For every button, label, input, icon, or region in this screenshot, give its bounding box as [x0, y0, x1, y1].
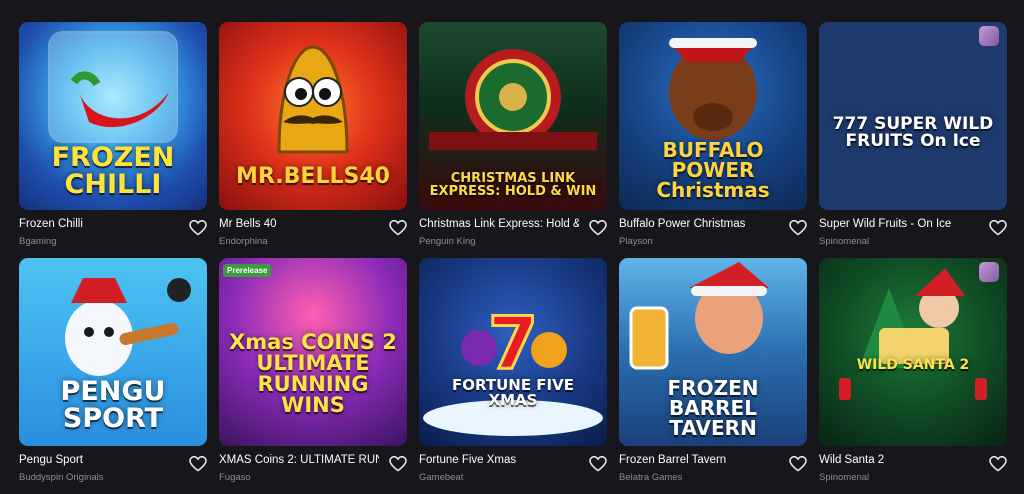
heart-outline-icon[interactable]: [789, 456, 807, 472]
game-card[interactable]: WILD SANTA 2 Wild Santa 2 Spinomenal: [819, 258, 1007, 494]
game-thumbnail[interactable]: CHRISTMAS LINK EXPRESS: HOLD & WIN: [419, 22, 607, 210]
game-name[interactable]: Buffalo Power Christmas: [619, 218, 779, 230]
game-provider: Buddyspin Originals: [19, 472, 104, 483]
game-name[interactable]: Wild Santa 2: [819, 454, 979, 466]
heart-outline-icon[interactable]: [589, 220, 607, 236]
prerelease-badge: Prerelease: [223, 264, 272, 277]
game-card[interactable]: FROZEN BARREL TAVERN Frozen Barrel Taver…: [619, 258, 807, 494]
game-card[interactable]: 7 FORTUNE FIVE XMAS Fortune Five Xmas Ga…: [419, 258, 607, 494]
game-provider: Playson: [619, 236, 653, 247]
game-name[interactable]: Frozen Barrel Tavern: [619, 454, 779, 466]
game-provider: Belatra Games: [619, 472, 683, 483]
game-provider: Penguin King: [419, 236, 476, 247]
game-title-art: WILD SANTA 2: [856, 357, 970, 373]
game-thumbnail[interactable]: PENGU SPORT: [19, 258, 207, 446]
santa-illustration: [839, 268, 987, 400]
game-provider: Fugaso: [219, 472, 251, 483]
game-thumbnail[interactable]: 777 SUPER WILD FRUITS On Ice: [819, 22, 1007, 210]
game-thumbnail[interactable]: WILD SANTA 2: [819, 258, 1007, 446]
game-name[interactable]: Fortune Five Xmas: [419, 454, 579, 466]
game-title-art: FORTUNE FIVE XMAS: [452, 376, 574, 409]
game-card[interactable]: FROZEN CHILLI Frozen Chilli Bgaming: [19, 22, 207, 258]
game-provider: Gamebeat: [419, 472, 464, 483]
game-card[interactable]: MR.BELLS40 Mr Bells 40 Endorphina: [219, 22, 407, 258]
game-thumbnail[interactable]: FROZEN CHILLI: [19, 22, 207, 210]
game-title-art: CHRISTMAS LINK EXPRESS: HOLD & WIN: [429, 171, 597, 199]
svg-text:7: 7: [488, 301, 538, 385]
game-grid: FROZEN CHILLI Frozen Chilli Bgaming MR.B…: [19, 22, 1007, 494]
heart-outline-icon[interactable]: [589, 456, 607, 472]
heart-outline-icon[interactable]: [189, 220, 207, 236]
heart-outline-icon[interactable]: [789, 220, 807, 236]
game-name[interactable]: Pengu Sport: [19, 454, 179, 466]
game-thumbnail[interactable]: FROZEN BARREL TAVERN: [619, 258, 807, 446]
game-thumbnail[interactable]: 7 FORTUNE FIVE XMAS: [419, 258, 607, 446]
game-title-art: MR.BELLS40: [236, 164, 390, 189]
game-provider: Bgaming: [19, 236, 57, 247]
game-name[interactable]: Christmas Link Express: Hold & ...: [419, 218, 579, 230]
heart-outline-icon[interactable]: [989, 456, 1007, 472]
game-thumbnail[interactable]: BUFFALO POWER Christmas: [619, 22, 807, 210]
game-card[interactable]: CHRISTMAS LINK EXPRESS: HOLD & WIN Chris…: [419, 22, 607, 258]
game-name[interactable]: Frozen Chilli: [19, 218, 179, 230]
fruits-illustration: 7: [423, 300, 603, 436]
game-title-art: 777 SUPER WILD FRUITS On Ice: [832, 114, 994, 151]
studio-logo-icon: [979, 26, 999, 46]
game-provider: Spinomenal: [819, 472, 870, 483]
game-card[interactable]: BUFFALO POWER Christmas Buffalo Power Ch…: [619, 22, 807, 258]
heart-outline-icon[interactable]: [189, 456, 207, 472]
heart-outline-icon[interactable]: [989, 220, 1007, 236]
game-card[interactable]: 777 SUPER WILD FRUITS On Ice Super Wild …: [819, 22, 1007, 258]
game-title-art: FROZEN CHILLI: [51, 142, 175, 200]
game-card[interactable]: PENGU SPORT Pengu Sport Buddyspin Origin…: [19, 258, 207, 494]
game-provider: Endorphina: [219, 236, 268, 247]
game-title-art: FROZEN BARREL TAVERN: [667, 376, 759, 440]
game-title-art: PENGU SPORT: [60, 376, 166, 434]
game-thumbnail[interactable]: Prerelease Xmas COINS 2 ULTIMATE RUNNING…: [219, 258, 407, 446]
game-title-art: BUFFALO POWER Christmas: [656, 138, 770, 202]
game-name[interactable]: XMAS Coins 2: ULTIMATE RUNN...: [219, 454, 379, 466]
game-thumbnail[interactable]: MR.BELLS40: [219, 22, 407, 210]
game-title-art: Xmas COINS 2 ULTIMATE RUNNING WINS: [229, 330, 397, 417]
game-provider: Spinomenal: [819, 236, 870, 247]
game-name[interactable]: Super Wild Fruits - On Ice: [819, 218, 979, 230]
heart-outline-icon[interactable]: [389, 456, 407, 472]
game-name[interactable]: Mr Bells 40: [219, 218, 379, 230]
heart-outline-icon[interactable]: [389, 220, 407, 236]
game-card[interactable]: Prerelease Xmas COINS 2 ULTIMATE RUNNING…: [219, 258, 407, 494]
